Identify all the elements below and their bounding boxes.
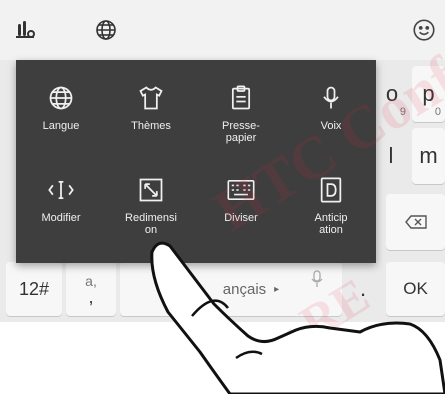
pointing-hand-illustration — [150, 241, 445, 394]
